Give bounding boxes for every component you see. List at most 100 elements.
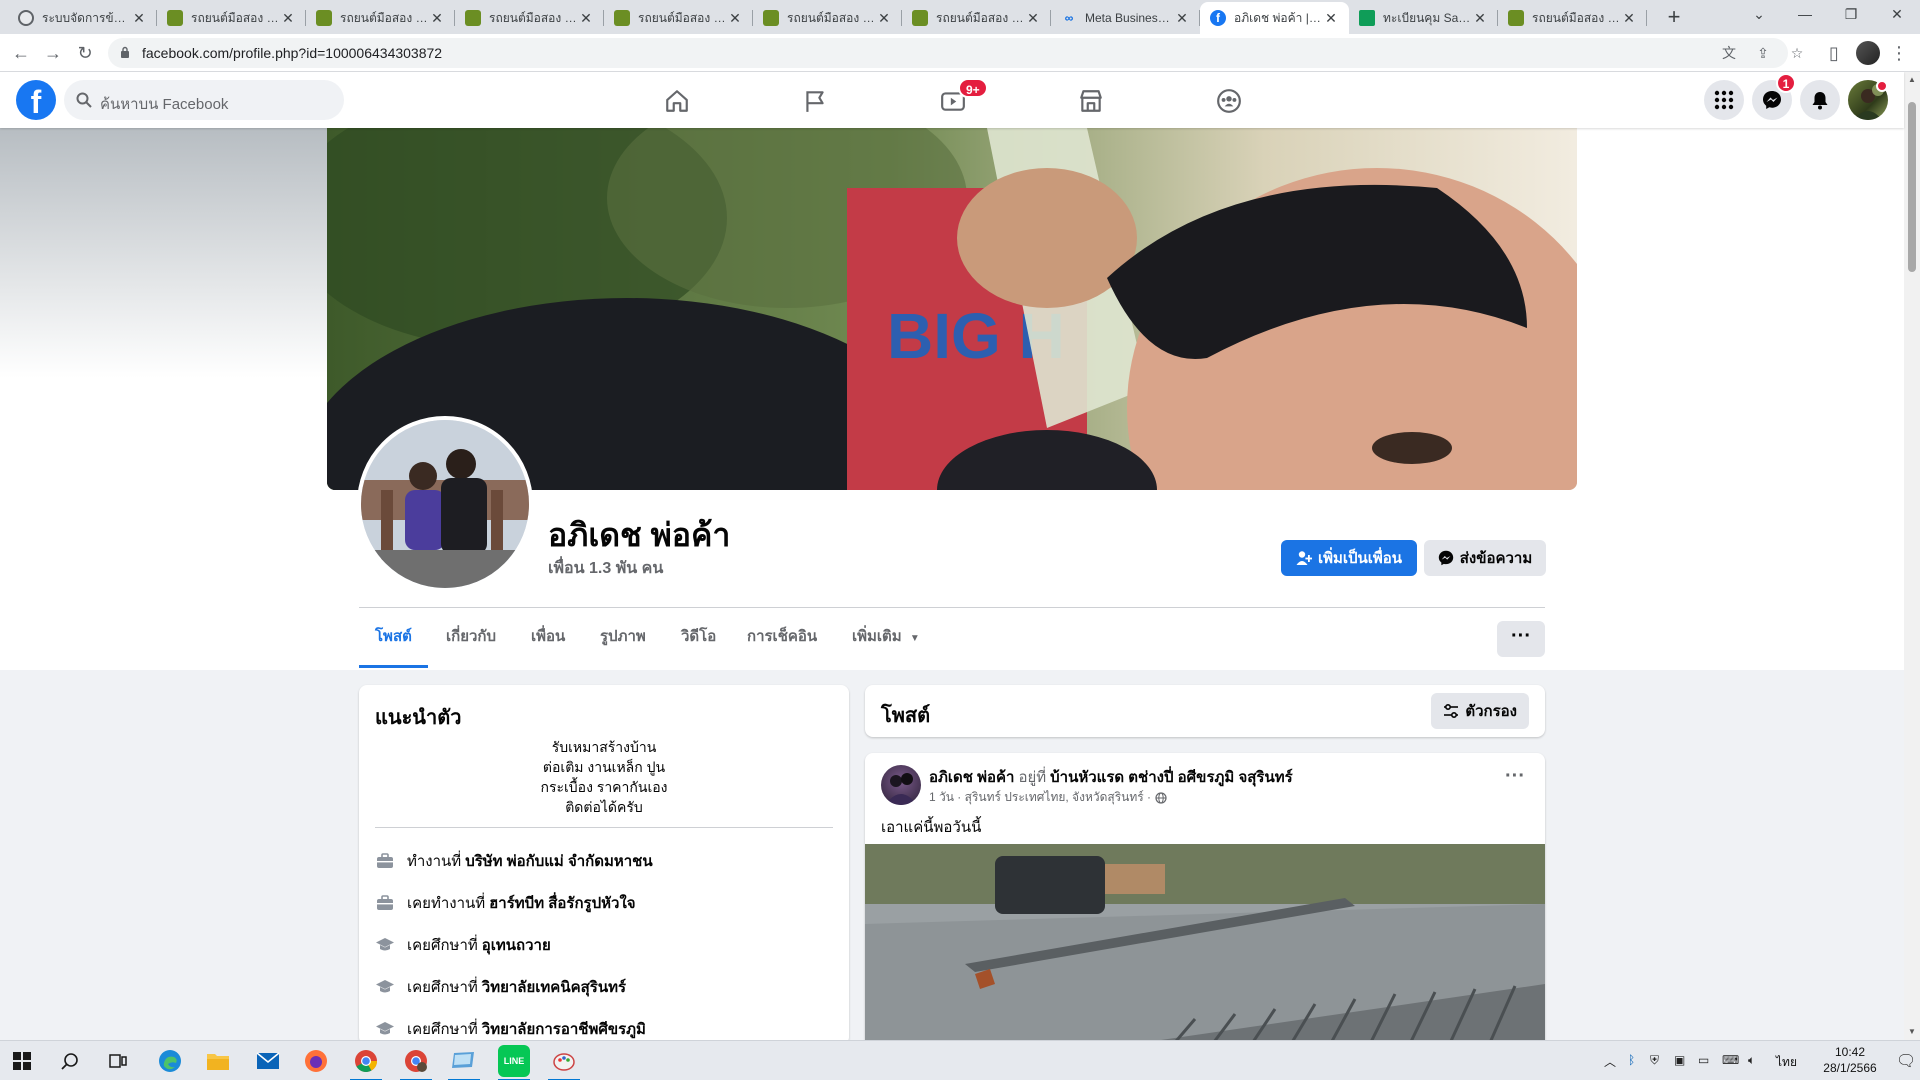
close-window-icon[interactable]: ✕ [1874, 0, 1920, 30]
intro-item-value[interactable]: อุเทนถวาย [482, 933, 551, 957]
clock-date[interactable]: 28/1/2566 [1812, 1061, 1888, 1075]
nav-home-tab[interactable] [620, 72, 732, 128]
screen-app-icon[interactable] [444, 1045, 484, 1080]
bookmark-star-icon[interactable]: ☆ [1788, 44, 1806, 62]
edge-browser-icon[interactable] [150, 1045, 190, 1077]
intro-item-value[interactable]: วิทยาลัยเทคนิคสุรินทร์ [482, 975, 626, 999]
send-message-button[interactable]: ส่งข้อความ [1424, 540, 1546, 576]
post-options-icon[interactable]: ··· [1505, 765, 1525, 788]
scroll-up-icon[interactable]: ▲ [1908, 76, 1916, 84]
browser-tab[interactable]: รถยนต์มือสอง โยธ ✕ [1498, 2, 1647, 34]
browser-tab[interactable]: รถยนต์มือสอง โยธ ✕ [902, 2, 1051, 34]
profile-avatar-icon[interactable] [1856, 41, 1880, 65]
nav-watch-tab[interactable] [896, 72, 1008, 128]
windows-start-icon[interactable] [2, 1045, 42, 1077]
facebook-search-input[interactable]: ค้นหาบน Facebook [64, 80, 344, 120]
minimize-icon[interactable]: — [1782, 0, 1828, 30]
security-shield-icon[interactable]: ⛨ [1650, 1053, 1659, 1068]
task-view-icon[interactable] [98, 1045, 138, 1077]
intro-item-value[interactable]: วิทยาลัยการอาชีพศีขรภูมิ [482, 1017, 646, 1041]
tab-more[interactable]: เพิ่มเติม ▼ [836, 612, 936, 668]
browser-tab[interactable]: รถยนต์มือสอง โยธ ✕ [455, 2, 604, 34]
intro-item-value[interactable]: ฮาร์ทบีท สื่อรักรูปหัวใจ [489, 891, 635, 915]
forward-icon[interactable]: → [40, 40, 66, 66]
close-icon[interactable]: ✕ [1323, 10, 1339, 27]
nav-groups-tab[interactable] [1172, 72, 1284, 128]
network-icon[interactable]: ⌨ [1722, 1053, 1739, 1067]
back-icon[interactable]: ← [8, 40, 34, 66]
notifications-button[interactable] [1800, 80, 1840, 120]
nav-pages-tab[interactable] [758, 72, 870, 128]
scrollbar-thumb[interactable] [1908, 102, 1916, 272]
cover-photo[interactable]: BIG H [327, 128, 1577, 490]
line-app-icon[interactable]: LINE [494, 1045, 534, 1080]
browser-tab[interactable]: รถยนต์มือสอง โยธ ✕ [157, 2, 306, 34]
reload-icon[interactable]: ↻ [72, 40, 98, 66]
close-icon[interactable]: ✕ [578, 10, 594, 27]
tab-videos[interactable]: วิดีโอ [665, 612, 732, 668]
paint-app-icon[interactable] [544, 1045, 584, 1080]
tab-posts[interactable]: โพสต์ [359, 612, 428, 668]
close-icon[interactable]: ✕ [1174, 10, 1190, 27]
add-friend-button[interactable]: เพิ่มเป็นเพื่อน [1281, 540, 1417, 576]
close-icon[interactable]: ✕ [727, 10, 743, 27]
tray-overflow-icon[interactable]: ︿ [1604, 1053, 1616, 1070]
tab-friends[interactable]: เพื่อน [515, 612, 581, 668]
page-scrollbar[interactable]: ▲ ▼ [1904, 72, 1920, 1040]
clock-time[interactable]: 10:42 [1820, 1045, 1880, 1059]
browser-tab[interactable]: รถยนต์มือสอง โยธ ✕ [604, 2, 753, 34]
volume-icon[interactable]: 🔈︎ [1748, 1053, 1755, 1068]
tab-checkins[interactable]: การเช็คอิน [731, 612, 833, 668]
side-panel-icon[interactable]: ▯ [1821, 40, 1847, 66]
translate-icon[interactable]: 文 [1720, 44, 1738, 62]
chrome-menu-icon[interactable]: ⋮ [1886, 40, 1912, 66]
nav-marketplace-tab[interactable] [1034, 72, 1146, 128]
close-icon[interactable]: ✕ [131, 10, 147, 27]
search-icon[interactable] [50, 1045, 90, 1077]
facebook-logo-icon[interactable]: f [16, 80, 56, 120]
bluetooth-icon[interactable]: ᛒ [1628, 1053, 1635, 1067]
browser-tab-active[interactable]: f อภิเดช พ่อค้า | Fa ✕ [1200, 2, 1349, 34]
profile-picture[interactable] [357, 416, 533, 592]
chrome-profile-icon[interactable] [396, 1045, 436, 1080]
mail-icon[interactable] [248, 1045, 288, 1077]
tab-about[interactable]: เกี่ยวกับ [430, 612, 512, 668]
browser-tab[interactable]: ∞ Meta Business S ✕ [1051, 2, 1200, 34]
new-tab-button[interactable]: + [1660, 4, 1688, 30]
battery-icon[interactable]: ▭ [1698, 1053, 1709, 1067]
post-timestamp[interactable]: 1 วัน · สุรินทร์ ประเทศไทย, จังหวัดสุริน… [929, 788, 1151, 807]
intro-item-value[interactable]: บริษัท พ่อกับแม่ จำกัดมหาชน [465, 849, 652, 873]
address-bar[interactable]: facebook.com/profile.php?id=100006434303… [108, 38, 1803, 68]
browser-tab[interactable]: ระบบจัดการข้อมูล ✕ [8, 2, 157, 34]
restore-icon[interactable]: ❐ [1828, 0, 1874, 30]
close-icon[interactable]: ✕ [1621, 10, 1637, 27]
browser-tab[interactable]: รถยนต์มือสอง โยธ ✕ [306, 2, 455, 34]
input-language[interactable]: ไทย [1776, 1053, 1797, 1072]
firefox-icon[interactable] [296, 1045, 336, 1077]
profile-more-options-button[interactable]: ··· [1497, 621, 1545, 657]
post-author-avatar[interactable] [881, 765, 921, 805]
post-location[interactable]: บ้านหัวแรด ตช่างปี่ อศีขรภูมิ จสุรินทร์ [1050, 769, 1292, 786]
post-author-name[interactable]: อภิเดช พ่อค้า [929, 769, 1014, 786]
tab-photos[interactable]: รูปภาพ [584, 612, 662, 668]
post-image[interactable] [865, 844, 1545, 1053]
share-icon[interactable]: ⇪ [1754, 44, 1772, 62]
close-icon[interactable]: ✕ [280, 10, 296, 27]
close-icon[interactable]: ✕ [1472, 10, 1488, 27]
menu-grid-button[interactable] [1704, 80, 1744, 120]
url-text: facebook.com/profile.php?id=100006434303… [142, 45, 443, 61]
briefcase-icon [377, 853, 393, 868]
close-icon[interactable]: ✕ [876, 10, 892, 27]
browser-tab[interactable]: ทะเบียนคุม Sall ระ ✕ [1349, 2, 1498, 34]
scroll-down-icon[interactable]: ▼ [1908, 1028, 1916, 1036]
browser-tab[interactable]: รถยนต์มือสอง โยธ ✕ [753, 2, 902, 34]
action-center-icon[interactable]: 🗨︎ [1896, 1051, 1916, 1071]
filter-button[interactable]: ตัวกรอง [1431, 693, 1529, 729]
file-explorer-icon[interactable] [198, 1045, 238, 1077]
tab-search-icon[interactable]: ⌄ [1736, 0, 1782, 30]
chrome-icon[interactable] [346, 1045, 386, 1080]
friend-count[interactable]: เพื่อน 1.3 พัน คน [548, 556, 663, 581]
close-icon[interactable]: ✕ [1025, 10, 1041, 27]
close-icon[interactable]: ✕ [429, 10, 445, 27]
meet-now-icon[interactable]: ▣ [1674, 1053, 1685, 1067]
